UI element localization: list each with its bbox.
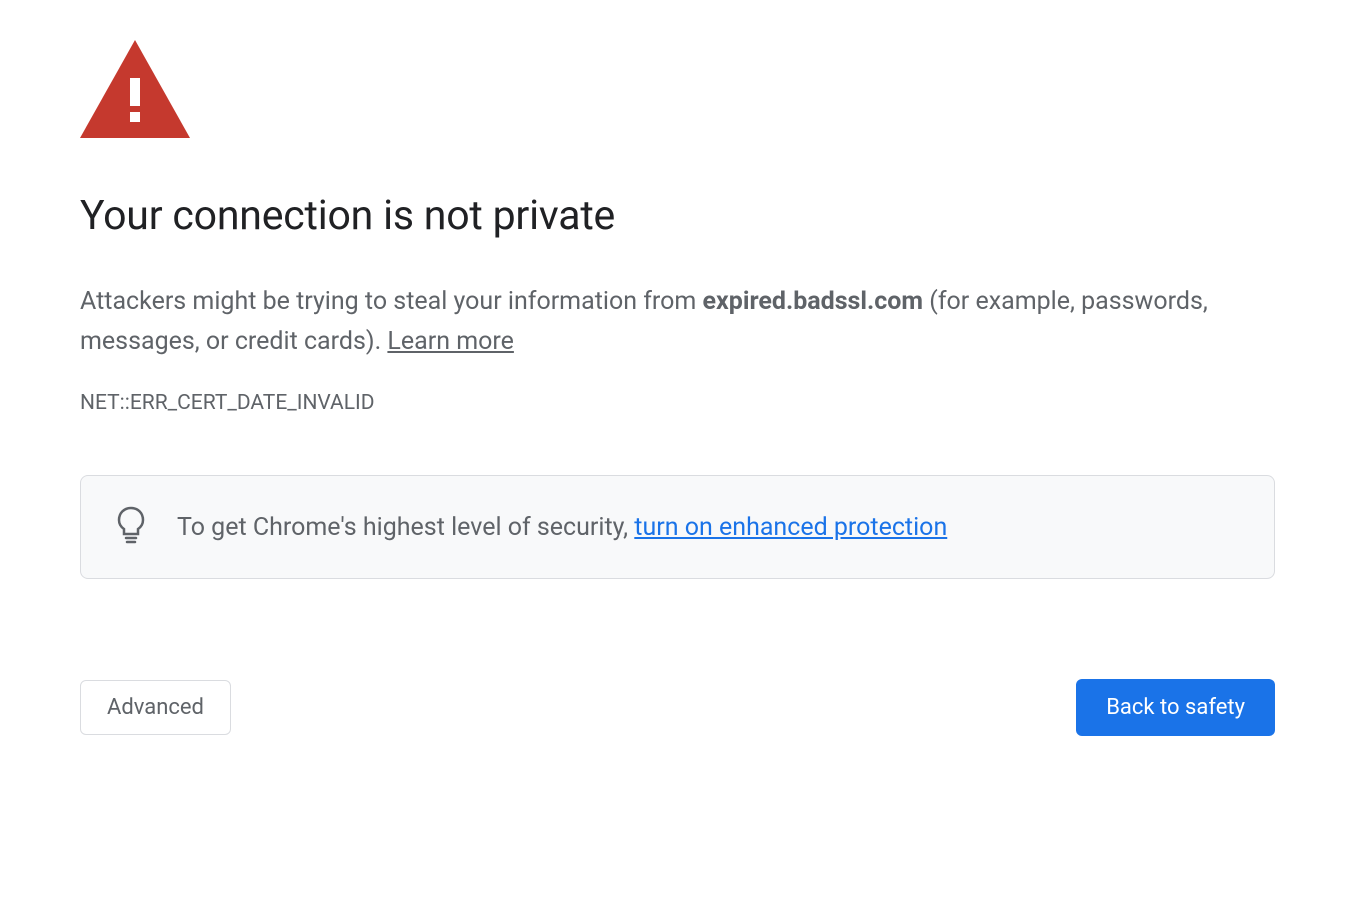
warning-heading: Your connection is not private <box>80 192 1280 240</box>
warning-domain: expired.badssl.com <box>703 287 924 316</box>
info-text-pre: To get Chrome's highest level of securit… <box>177 513 634 542</box>
lightbulb-icon <box>117 506 145 548</box>
error-code: NET::ERR_CERT_DATE_INVALID <box>80 391 1280 415</box>
learn-more-link[interactable]: Learn more <box>387 327 513 356</box>
warning-triangle-icon <box>80 40 1280 142</box>
info-box-text: To get Chrome's highest level of securit… <box>177 513 947 542</box>
description-pre-text: Attackers might be trying to steal your … <box>80 287 703 316</box>
enhanced-protection-info-box: To get Chrome's highest level of securit… <box>80 475 1275 579</box>
ssl-warning-page: Your connection is not private Attackers… <box>0 0 1360 776</box>
warning-description: Attackers might be trying to steal your … <box>80 282 1260 361</box>
button-row: Advanced Back to safety <box>80 679 1275 736</box>
enhanced-protection-link[interactable]: turn on enhanced protection <box>634 513 947 542</box>
back-to-safety-button[interactable]: Back to safety <box>1076 679 1275 736</box>
advanced-button[interactable]: Advanced <box>80 680 231 735</box>
